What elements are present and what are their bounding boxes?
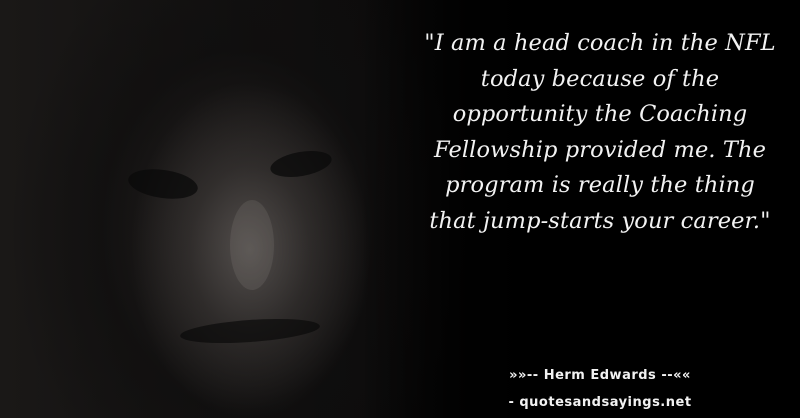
quote-text: "I am a head coach in the NFL today beca…	[424, 30, 776, 234]
portrait-mouth-shadow	[179, 315, 321, 347]
quote-card: "I am a head coach in the NFL today beca…	[0, 0, 800, 418]
portrait-eye-shadow-left	[126, 165, 200, 203]
quote-author: »»-- Herm Edwards --««	[509, 368, 691, 383]
portrait-nose-highlight	[230, 200, 274, 290]
quote-source: - quotesandsayings.net	[508, 395, 692, 410]
portrait-eye-shadow-right	[268, 146, 334, 182]
